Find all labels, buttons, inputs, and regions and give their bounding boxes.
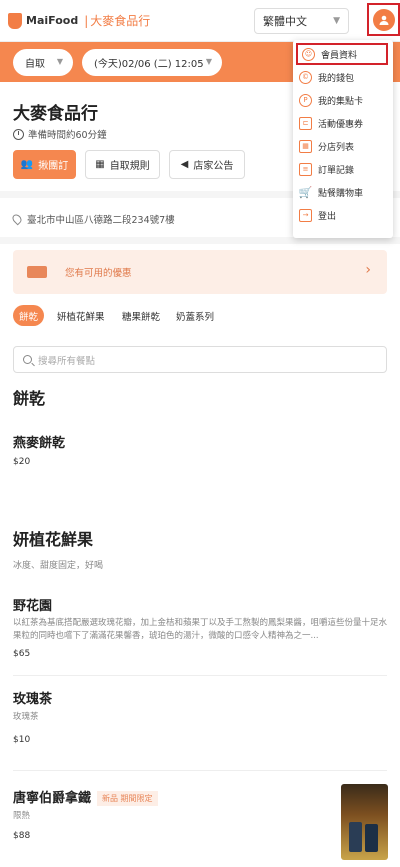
menu-item-label: 登出 — [318, 211, 337, 222]
category-tab[interactable]: 妍植花鮮果 — [51, 305, 111, 326]
category-tab[interactable]: 糖果餅乾 — [116, 305, 166, 326]
ticket-icon: ⊏ — [299, 116, 312, 130]
coin-icon: © — [299, 70, 312, 84]
store-notice-button[interactable]: ◀ 店家公告 — [169, 150, 245, 179]
prep-time-text: 準備時間約60分鐘 — [28, 130, 107, 141]
logout-icon: → — [299, 208, 312, 222]
logo-icon — [8, 12, 22, 29]
menu-item-label: 我的錢包 — [318, 73, 355, 84]
menu-item-coupons[interactable]: ⊏ 活動優惠券 — [299, 112, 387, 134]
menu-item-name[interactable]: 燕麥餅乾 — [13, 432, 65, 451]
section-title: 餅乾 — [13, 389, 46, 408]
group-order-label: 揪團訂 — [38, 161, 69, 172]
menu-item-cart[interactable]: 🛒 點餐購物車 — [299, 181, 387, 203]
item-divider — [13, 675, 387, 676]
pickup-rules-label: 自取規則 — [109, 161, 150, 172]
menu-item-points-card[interactable]: P 我的集點卡 — [299, 89, 387, 111]
order-time-select[interactable]: (今天)02/06 (二) 12:05 ▼ — [82, 49, 222, 76]
logo[interactable]: MaiFood | 大麥食品行 — [8, 12, 150, 29]
clock-icon — [13, 128, 24, 140]
store-icon: ▦ — [299, 139, 312, 153]
drink-cup-graphic — [349, 822, 362, 852]
menu-item-price: $88 — [13, 831, 31, 841]
menu-item-logout[interactable]: → 登出 — [299, 204, 387, 226]
prep-time: 準備時間約60分鐘 — [13, 127, 107, 141]
group-icon: 👥 — [20, 159, 34, 170]
brand-separator: | — [84, 13, 89, 28]
chevron-down-icon: ▼ — [56, 57, 63, 66]
section-title: 妍植花鮮果 — [13, 530, 94, 549]
cart-icon: 🛒 — [298, 185, 313, 199]
menu-item-name[interactable]: 唐寧伯爵拿鐵 新品 期間限定 — [13, 787, 158, 806]
menu-item-price: $10 — [13, 735, 31, 745]
search-icon — [23, 355, 32, 364]
coupon-text: 您有可用的優惠 — [65, 268, 132, 279]
menu-item-label: 點餐購物車 — [318, 188, 364, 199]
chevron-down-icon: ▼ — [333, 16, 340, 26]
category-tab[interactable]: 餅乾 — [13, 305, 45, 326]
points-icon: P — [299, 93, 312, 107]
menu-search-input[interactable]: 搜尋所有餐點 — [13, 346, 387, 373]
menu-item-image[interactable] — [341, 784, 388, 860]
location-pin-icon — [10, 212, 24, 226]
user-icon — [372, 8, 395, 31]
category-tab[interactable]: 奶蓋系列 — [170, 305, 220, 326]
user-circle-icon: ☺ — [302, 47, 315, 61]
chevron-right-icon: › — [365, 262, 371, 278]
store-address: 臺北市中山區八德路二段234號7樓 — [10, 212, 175, 226]
account-dropdown-menu: ☺ 會員資料 © 我的錢包 P 我的集點卡 ⊏ 活動優惠券 ▦ 分店列表 ≡ 訂… — [293, 40, 393, 238]
store-icon: ▦ — [95, 159, 105, 170]
menu-item-description: 玫瑰茶 — [13, 712, 39, 722]
ticket-icon — [27, 266, 47, 278]
menu-item-label: 訂單記錄 — [318, 165, 355, 176]
megaphone-icon: ◀ — [180, 159, 189, 170]
order-mode-select[interactable]: 自取 ▼ — [13, 49, 73, 76]
store-address-text: 臺北市中山區八德路二段234號7樓 — [27, 215, 175, 226]
spacer — [0, 509, 10, 510]
section-divider — [0, 237, 400, 244]
coupon-banner[interactable]: 您有可用的優惠 › — [13, 250, 387, 294]
menu-item-label: 會員資料 — [321, 50, 358, 61]
drink-cup-graphic — [365, 824, 378, 852]
store-title: 大麥食品行 — [13, 104, 98, 124]
group-order-button[interactable]: 👥 揪團訂 — [13, 150, 76, 179]
pickup-rules-button[interactable]: ▦ 自取規則 — [85, 150, 160, 179]
item-divider — [13, 770, 387, 771]
language-label: 繁體中文 — [263, 15, 307, 28]
order-time-label: (今天)02/06 (二) 12:05 — [94, 59, 204, 70]
order-mode-label: 自取 — [25, 59, 45, 70]
menu-item-label: 活動優惠券 — [318, 119, 364, 130]
menu-item-name[interactable]: 野花園 — [13, 595, 52, 614]
section-subtitle: 冰度、甜度固定，好喝 — [13, 561, 104, 571]
menu-item-price: $20 — [13, 457, 31, 467]
menu-item-label: 我的集點卡 — [318, 96, 364, 107]
menu-item-member-profile[interactable]: ☺ 會員資料 — [296, 43, 388, 65]
menu-item-price: $65 — [13, 649, 31, 659]
header-store-name: 大麥食品行 — [90, 14, 151, 28]
menu-item-name[interactable]: 玫瑰茶 — [13, 688, 52, 707]
brand-name: MaiFood — [26, 14, 79, 27]
search-placeholder: 搜尋所有餐點 — [38, 355, 96, 367]
new-item-badge: 新品 期間限定 — [97, 791, 158, 806]
clipboard-icon: ≡ — [299, 162, 312, 176]
menu-item-description: 限熱 — [13, 811, 31, 821]
account-button[interactable] — [367, 3, 400, 36]
store-notice-label: 店家公告 — [193, 161, 234, 172]
menu-item-branches[interactable]: ▦ 分店列表 — [299, 135, 387, 157]
menu-item-wallet[interactable]: © 我的錢包 — [299, 66, 387, 88]
menu-item-name-text: 唐寧伯爵拿鐵 — [13, 791, 92, 806]
menu-item-orders[interactable]: ≡ 訂單記錄 — [299, 158, 387, 180]
language-select[interactable]: 繁體中文 ▼ — [254, 8, 349, 34]
menu-item-label: 分店列表 — [318, 142, 355, 153]
chevron-down-icon: ▼ — [205, 57, 212, 66]
menu-item-description: 以紅茶為基底搭配嚴選玫瑰花瓣，加上金桔和蘋果丁以及手工熬製的鳳梨果醬，咀嚼這些份… — [13, 618, 388, 641]
